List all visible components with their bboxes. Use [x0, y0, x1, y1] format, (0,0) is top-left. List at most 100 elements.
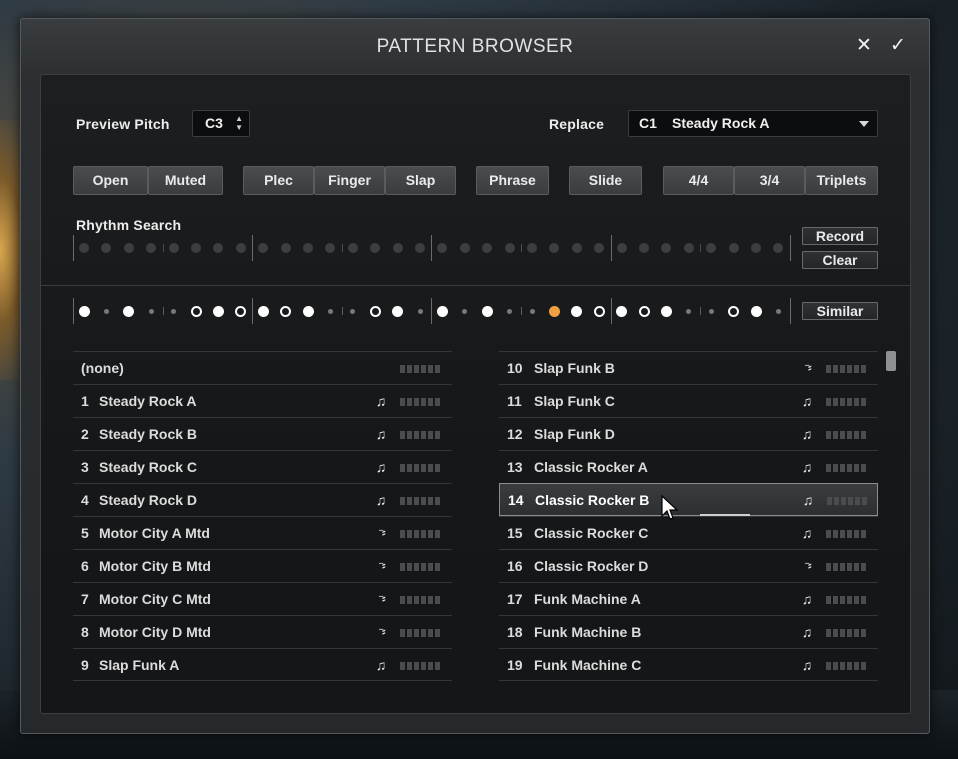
search-step[interactable] — [459, 243, 470, 253]
pattern-number: 1 — [81, 393, 89, 409]
pattern-list-item[interactable]: 17 Funk Machine A ♫ — [499, 582, 878, 615]
chevron-down-icon — [859, 121, 869, 127]
pattern-list-item[interactable]: 12 Slap Funk D ♫ — [499, 417, 878, 450]
pattern-list-item[interactable]: 7 Motor City C Mtd ⁻⸗ — [73, 582, 452, 615]
search-step[interactable] — [258, 243, 269, 253]
pattern-list-item[interactable]: (none) — [73, 351, 452, 384]
time-3-4-button[interactable]: 3/4 — [734, 166, 805, 195]
search-step[interactable] — [661, 243, 672, 253]
pattern-list-item[interactable]: 16 Classic Rocker D ⁻⸗ — [499, 549, 878, 582]
search-step[interactable] — [235, 243, 246, 253]
pattern-step-filled — [436, 305, 448, 317]
search-step[interactable] — [325, 243, 336, 253]
search-step[interactable] — [392, 243, 403, 253]
plec-button[interactable]: Plec — [243, 166, 314, 195]
list-scrollbar[interactable] — [886, 351, 896, 371]
preview-pitch-select[interactable]: C3 ▲ ▼ — [192, 110, 250, 137]
pattern-step-small — [350, 308, 356, 314]
record-button[interactable]: Record — [802, 227, 878, 245]
search-step[interactable] — [728, 243, 739, 253]
search-step[interactable] — [146, 243, 157, 253]
slap-button[interactable]: Slap — [385, 166, 456, 195]
search-step[interactable] — [347, 243, 358, 253]
replace-dropdown[interactable]: C1 Steady Rock A — [628, 110, 878, 137]
search-step[interactable] — [370, 243, 381, 253]
pattern-number: 7 — [81, 591, 89, 607]
pattern-list-item[interactable]: 6 Motor City B Mtd ⁻⸗ — [73, 549, 452, 582]
pattern-name: Classic Rocker A — [534, 459, 648, 475]
search-step[interactable] — [213, 243, 224, 253]
open-button[interactable]: Open — [73, 166, 148, 195]
search-step[interactable] — [191, 243, 201, 253]
pattern-list-item[interactable]: 18 Funk Machine B ♫ — [499, 615, 878, 648]
beat-divider — [521, 244, 522, 252]
pattern-list-item[interactable]: 11 Slap Funk C ♫ — [499, 384, 878, 417]
beat-divider — [252, 298, 254, 324]
preview-pitch-label: Preview Pitch — [76, 116, 170, 132]
pattern-step-filled — [481, 305, 493, 317]
similar-button[interactable]: Similar — [802, 302, 878, 320]
slide-button[interactable]: Slide — [569, 166, 642, 195]
search-step[interactable] — [482, 243, 493, 253]
beat-divider — [73, 298, 74, 324]
search-step[interactable] — [706, 243, 717, 253]
beat-divider — [610, 298, 612, 324]
pattern-meter — [400, 563, 444, 571]
pattern-number: 2 — [81, 426, 89, 442]
search-step[interactable] — [527, 243, 537, 253]
pattern-meter — [826, 464, 870, 472]
search-step[interactable] — [549, 243, 560, 253]
phrase-button[interactable]: Phrase — [476, 166, 549, 195]
pattern-list-item[interactable]: 10 Slap Funk B ⁻⸗ — [499, 351, 878, 384]
search-step[interactable] — [594, 243, 605, 253]
note-icon: ♫ — [801, 657, 813, 673]
close-icon[interactable]: ✕ — [853, 35, 875, 57]
note-icon: ♫ — [801, 525, 813, 541]
search-step[interactable] — [751, 243, 761, 253]
pattern-name: Steady Rock C — [99, 459, 198, 475]
check-icon[interactable]: ✓ — [887, 35, 909, 57]
search-step[interactable] — [773, 243, 784, 253]
pattern-name: Slap Funk A — [99, 657, 180, 673]
pattern-list-item[interactable]: 4 Steady Rock D ♫ — [73, 483, 452, 516]
search-step[interactable] — [123, 243, 134, 253]
search-step[interactable] — [168, 243, 179, 253]
time-4-4-button[interactable]: 4/4 — [663, 166, 734, 195]
beat-divider — [341, 307, 343, 315]
muted-icon: ⁻⸗ — [378, 560, 385, 572]
beat-divider — [162, 244, 164, 252]
finger-button[interactable]: Finger — [314, 166, 385, 195]
search-step[interactable] — [101, 243, 112, 253]
search-step[interactable] — [504, 243, 515, 253]
search-step[interactable] — [415, 243, 425, 253]
search-step[interactable] — [616, 243, 627, 253]
rhythm-search-grid[interactable] — [73, 235, 791, 261]
note-icon: ♫ — [801, 459, 813, 475]
stepper-arrows-icon[interactable]: ▲ ▼ — [235, 114, 243, 132]
pattern-list-item[interactable]: 3 Steady Rock C ♫ — [73, 450, 452, 483]
pattern-list-item[interactable]: 14 Classic Rocker B ♫ — [499, 483, 878, 516]
preview-pitch-value: C3 — [205, 115, 223, 131]
clear-button[interactable]: Clear — [802, 251, 878, 269]
note-icon: ♫ — [801, 393, 813, 409]
search-step[interactable] — [683, 243, 694, 253]
pattern-list-item[interactable]: 19 Funk Machine C ♫ — [499, 648, 878, 681]
pattern-step-small — [327, 308, 333, 314]
muted-button[interactable]: Muted — [148, 166, 223, 195]
pattern-list-item[interactable]: 8 Motor City D Mtd ⁻⸗ — [73, 615, 452, 648]
pattern-list-item[interactable]: 9 Slap Funk A ♫ — [73, 648, 452, 681]
pattern-list-item[interactable]: 5 Motor City A Mtd ⁻⸗ — [73, 516, 452, 549]
search-step[interactable] — [79, 243, 89, 253]
pattern-list-item[interactable]: 13 Classic Rocker A ♫ — [499, 450, 878, 483]
pattern-list-item[interactable]: 1 Steady Rock A ♫ — [73, 384, 452, 417]
search-step[interactable] — [303, 243, 313, 253]
search-step[interactable] — [280, 243, 291, 253]
pattern-step-small — [148, 308, 154, 314]
pattern-list-item[interactable]: 2 Steady Rock B ♫ — [73, 417, 452, 450]
pattern-list-item[interactable]: 15 Classic Rocker C ♫ — [499, 516, 878, 549]
search-step[interactable] — [639, 243, 649, 253]
triplets-button[interactable]: Triplets — [805, 166, 878, 195]
pattern-name: (none) — [81, 360, 124, 376]
search-step[interactable] — [571, 243, 582, 253]
search-step[interactable] — [437, 243, 448, 253]
